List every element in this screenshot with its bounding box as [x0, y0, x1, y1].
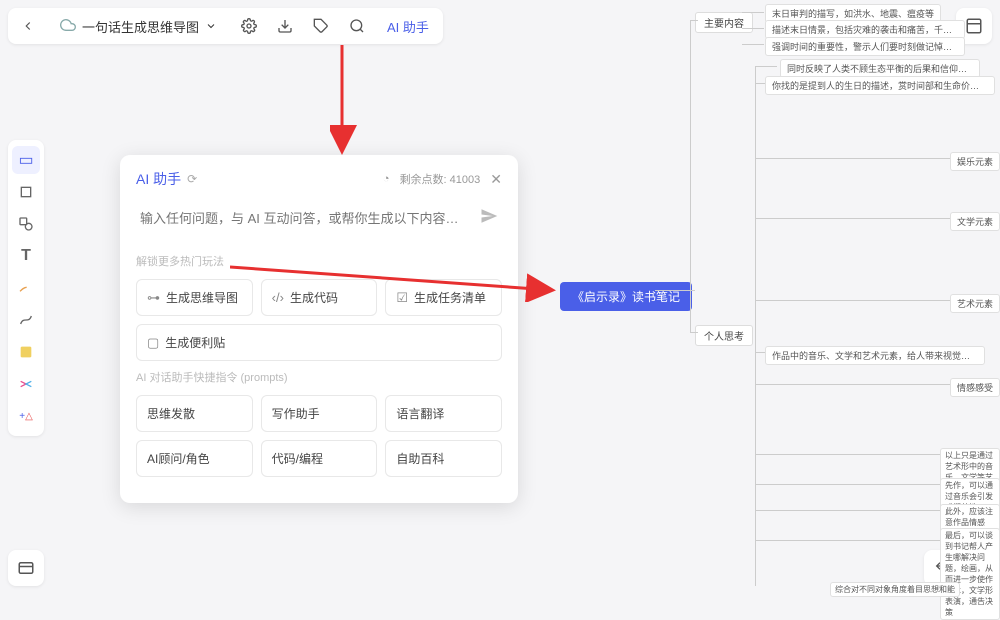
mindmap-leaf[interactable]: 最后，可以谈到书记帮人产生哪解决问题，绘画，从而进一步使作艺术，文学形表演，通告…: [940, 528, 1000, 620]
mindmap-canvas[interactable]: 《启示录》读书笔记 主要内容 个人思考 末日审判的描写，如洪水、地震、瘟疫等 描…: [560, 0, 1000, 594]
annotation-arrow-2: [230, 262, 560, 302]
send-button[interactable]: [480, 207, 498, 230]
points-remaining: 剩余点数: 41003: [400, 171, 481, 187]
connector-tool[interactable]: [12, 306, 40, 334]
cloud-icon: [60, 17, 76, 36]
mindmap-icon: ⊶: [147, 290, 160, 306]
mindmap-leaf[interactable]: 艺术元素: [950, 294, 1000, 313]
mindmap-leaf[interactable]: 娱乐元素: [950, 152, 1000, 171]
sticky-icon: ▢: [147, 335, 159, 351]
more-tool[interactable]: +△: [12, 402, 40, 430]
sticky-tool[interactable]: [12, 338, 40, 366]
pen-tool[interactable]: [12, 274, 40, 302]
branch-personal-thought[interactable]: 个人思考: [695, 325, 753, 346]
chevron-down-icon: [205, 20, 217, 32]
mindmap-leaf[interactable]: 强调时间的重要性，警示人们要时刻做记悼的活动: [765, 37, 965, 56]
writing-chip[interactable]: 写作助手: [261, 395, 378, 432]
select-tool[interactable]: ▭: [12, 146, 40, 174]
consult-chip[interactable]: AI顾问/角色: [136, 440, 253, 477]
document-title-chip[interactable]: 一句话生成思维导图: [50, 13, 227, 40]
ai-prompt-input[interactable]: [140, 211, 472, 226]
layers-button[interactable]: [8, 550, 44, 586]
ai-panel-title: AI 助手: [136, 169, 181, 189]
text-tool[interactable]: T: [12, 242, 40, 270]
generate-sticky-chip[interactable]: ▢生成便利贴: [136, 324, 502, 361]
back-button[interactable]: [14, 12, 42, 40]
clock-icon: ◔: [383, 173, 390, 185]
export-button[interactable]: [271, 12, 299, 40]
mindmap-leaf[interactable]: 作品中的音乐、文学和艺术元素，给人带来视觉的情感感受: [765, 346, 985, 365]
search-button[interactable]: [343, 12, 371, 40]
mindmap-leaf[interactable]: 情感感受: [950, 378, 1000, 397]
refresh-icon[interactable]: ⟳: [187, 172, 197, 186]
branch-main-content[interactable]: 主要内容: [695, 12, 753, 33]
document-title: 一句话生成思维导图: [82, 17, 199, 36]
mindmap-leaf[interactable]: 你找的是提到人的生日的描述，赏时间部和生命价值做到的观看却刚说者展: [765, 76, 995, 95]
tag-button[interactable]: [307, 12, 335, 40]
mindmap-leaf[interactable]: 综合对不同对象角度着目思想和能: [830, 582, 960, 597]
ai-assistant-button[interactable]: AI 助手: [379, 13, 437, 40]
wiki-chip[interactable]: 自助百科: [385, 440, 502, 477]
close-button[interactable]: ✕: [490, 171, 502, 188]
side-toolbar: ▭ T +△: [8, 140, 44, 436]
mindmap-center-node[interactable]: 《启示录》读书笔记: [560, 282, 692, 311]
annotation-arrow-1: [330, 45, 360, 155]
shape-tool[interactable]: [12, 210, 40, 238]
ai-assistant-panel: AI 助手 ⟳ ◔ 剩余点数: 41003 ✕ 解锁更多热门玩法 ⊶生成思维导图…: [120, 155, 518, 503]
settings-button[interactable]: [235, 12, 263, 40]
section-label-2: AI 对话助手快捷指令 (prompts): [136, 369, 502, 385]
top-toolbar: 一句话生成思维导图 AI 助手: [8, 8, 443, 44]
mindmap-tool[interactable]: [12, 370, 40, 398]
frame-tool[interactable]: [12, 178, 40, 206]
coding-chip[interactable]: 代码/编程: [261, 440, 378, 477]
translate-chip[interactable]: 语言翻译: [385, 395, 502, 432]
diverge-chip[interactable]: 思维发散: [136, 395, 253, 432]
mindmap-leaf[interactable]: 文学元素: [950, 212, 1000, 231]
